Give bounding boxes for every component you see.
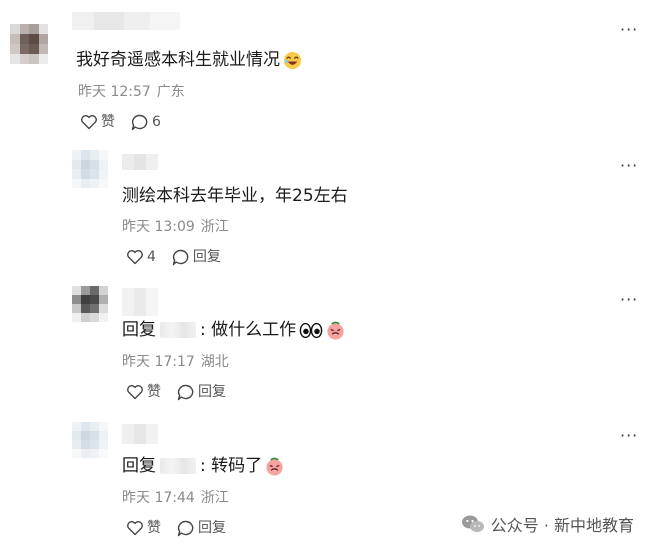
more-dots-icon[interactable]: ··· [620, 428, 638, 444]
comment-meta: 昨天 17:44 浙江 [122, 489, 229, 507]
avatar[interactable] [72, 286, 108, 322]
wechat-icon [461, 515, 484, 532]
comment-bubble-icon [131, 114, 148, 130]
eyes-emoji [299, 322, 323, 338]
comment-text: 回复 : 转码了 [122, 454, 284, 478]
crying-face-emoji [266, 457, 283, 476]
mentioned-user-blurred[interactable] [160, 458, 196, 474]
reply-button[interactable]: 6 [131, 113, 161, 131]
reply-button[interactable]: 回复 [177, 519, 226, 537]
crying-face-emoji [327, 321, 344, 340]
avatar[interactable] [72, 422, 108, 458]
comment-actions: 赞 6 [80, 113, 177, 131]
comment-location: 浙江 [200, 490, 229, 506]
comment-meta: 昨天 12:57 广东 [78, 83, 185, 101]
comment-actions: 赞 回复 [126, 383, 242, 401]
reply-button[interactable]: 回复 [177, 383, 226, 401]
comment-meta: 昨天 17:17 湖北 [122, 353, 229, 371]
more-dots-icon[interactable]: ··· [620, 292, 638, 308]
comment-text: 测绘本科去年毕业，年25左右 [122, 186, 348, 206]
comment-bubble-icon [177, 520, 194, 536]
comment-thread: ··· 我好奇遥感本科生就业情况 昨天 12:57 广东 赞 6 ··· 测绘本… [0, 0, 654, 552]
username-blurred[interactable] [122, 424, 158, 444]
avatar[interactable] [10, 24, 48, 64]
comment-actions: 赞 回复 [126, 519, 242, 537]
more-dots-icon[interactable]: ··· [620, 22, 638, 38]
username-blurred[interactable] [72, 12, 180, 30]
username-blurred[interactable] [122, 288, 158, 316]
reply-prefix: 回复 [122, 320, 156, 340]
comment-time: 昨天 17:17 [122, 354, 195, 370]
watermark-text: 公众号 · 新中地教育 [490, 516, 634, 535]
avatar[interactable] [72, 150, 108, 188]
comment-meta: 昨天 13:09 浙江 [122, 218, 229, 236]
like-count: 4 [147, 249, 156, 265]
comment-actions: 4 回复 [126, 248, 237, 266]
reply-prefix: 回复 [122, 456, 156, 476]
comment-bubble-icon [177, 384, 194, 400]
more-dots-icon[interactable]: ··· [620, 158, 638, 174]
heart-icon [127, 250, 143, 265]
comment-location: 浙江 [200, 219, 229, 235]
comment-bubble-icon [172, 249, 189, 265]
heart-icon [127, 521, 143, 536]
laughing-face-emoji [283, 51, 302, 69]
comment-time: 昨天 17:44 [122, 490, 195, 506]
comment-time: 昨天 12:57 [78, 84, 151, 100]
comment-text: 我好奇遥感本科生就业情况 [76, 48, 302, 72]
reply-button[interactable]: 回复 [172, 248, 221, 266]
comment-time: 昨天 13:09 [122, 219, 195, 235]
username-blurred[interactable] [122, 154, 158, 170]
heart-icon [81, 115, 97, 130]
comment-location: 湖北 [200, 354, 229, 370]
mentioned-user-blurred[interactable] [160, 322, 196, 338]
like-button[interactable]: 赞 [80, 113, 115, 131]
heart-icon [127, 385, 143, 400]
like-button[interactable]: 赞 [126, 383, 161, 401]
like-button[interactable]: 4 [126, 248, 156, 266]
comment-text: 回复 : 做什么工作 [122, 318, 345, 342]
like-button[interactable]: 赞 [126, 519, 161, 537]
comment-location: 广东 [156, 84, 185, 100]
watermark: 公众号 · 新中地教育 [461, 512, 634, 536]
